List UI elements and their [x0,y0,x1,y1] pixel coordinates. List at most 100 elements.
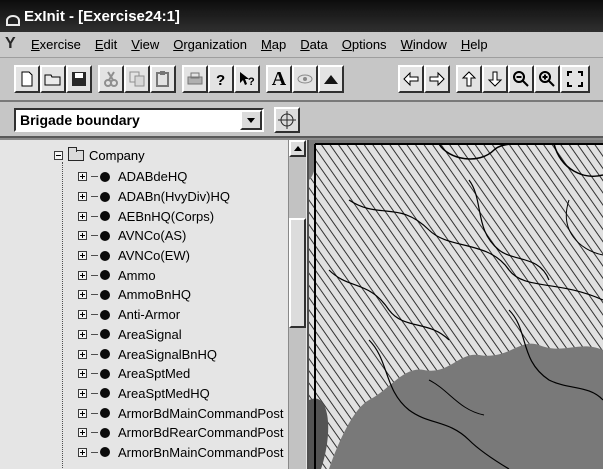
unit-tree-panel: Company ADABdeHQ ADABn(HvyDiv)HQ AEBnHQ(… [0,140,309,469]
tree-item[interactable]: ADABn(HvyDiv)HQ [78,187,283,207]
menu-window[interactable]: Window [394,37,454,52]
tree-item-label: ADABdeHQ [118,169,188,185]
expand-icon[interactable] [78,172,87,182]
copy-icon [129,71,145,87]
unit-dot-icon [100,388,110,399]
new-file-button[interactable] [14,65,40,93]
expand-icon[interactable] [78,447,87,457]
tree-item-label: AVNCo(EW) [118,248,190,264]
unit-dot-icon [100,349,110,360]
unit-dot-icon [100,309,110,320]
help-button[interactable]: ? [208,65,234,93]
pan-left-button[interactable] [398,65,424,93]
fill-tool-button[interactable] [318,65,344,93]
tree-item[interactable]: ArmorBdMainCommandPost [78,403,283,423]
open-folder-icon [44,74,61,86]
tree-item[interactable]: AreaSptMed [78,364,283,384]
tree-item[interactable]: AreaSignalBnHQ [78,344,283,364]
scroll-thumb[interactable] [289,218,306,328]
menu-map[interactable]: Map [254,37,293,52]
text-tool-button[interactable]: A [266,65,292,93]
menu-help[interactable]: Help [454,37,495,52]
tree-item[interactable]: AVNCo(AS) [78,226,283,246]
save-button[interactable] [66,65,92,93]
eye-icon [297,74,313,84]
expand-icon[interactable] [78,349,87,359]
expand-icon[interactable] [78,329,87,339]
expand-icon[interactable] [78,192,87,202]
fit-extent-button[interactable] [560,65,590,93]
menu-edit[interactable]: Edit [88,37,124,52]
tree-item[interactable]: AEBnHQ(Corps) [78,206,283,226]
expand-icon[interactable] [78,270,87,280]
print-button[interactable] [182,65,208,93]
tree-item[interactable]: ArmorBdRearCommandPost [78,423,283,443]
expand-icon[interactable] [78,251,87,261]
paste-button[interactable] [150,65,176,93]
tree-connector [62,162,63,469]
tree-item[interactable]: AVNCo(EW) [78,246,283,266]
map-view[interactable] [309,140,603,469]
tree-scrollbar[interactable] [288,140,306,469]
expand-icon[interactable] [78,310,87,320]
menu-view[interactable]: View [124,37,166,52]
chevron-down-icon[interactable] [240,110,262,130]
expand-icon[interactable] [78,428,87,438]
tree-root-company[interactable]: Company [54,147,145,163]
tree-item[interactable]: AreaSignal [78,325,283,345]
tree-item[interactable]: ArmorBnMainCommandPost [78,443,283,463]
copy-button[interactable] [124,65,150,93]
tree-item-label: Anti-Armor [118,307,181,323]
cut-button[interactable] [98,65,124,93]
pan-down-button[interactable] [482,65,508,93]
unit-dot-icon [100,329,110,340]
expand-icon[interactable] [78,388,87,398]
context-help-button[interactable]: ? [234,65,260,93]
context-help-icon: ? [240,72,255,88]
expand-icon[interactable] [78,231,87,241]
unit-dot-icon [100,408,110,419]
pan-up-button[interactable] [456,65,482,93]
menu-exercise[interactable]: Exercise [24,37,88,52]
system-menu-icon[interactable] [4,35,20,53]
tree-list: ADABdeHQ ADABn(HvyDiv)HQ AEBnHQ(Corps) A… [78,167,283,462]
tree-item[interactable]: AreaSptMedHQ [78,384,283,404]
zoom-in-button[interactable] [534,65,560,93]
tree-item-label: ADABn(HvyDiv)HQ [118,189,230,205]
pan-right-button[interactable] [424,65,450,93]
menu-options[interactable]: Options [335,37,394,52]
tree-item-label: Ammo [118,267,156,283]
eye-tool-button[interactable] [292,65,318,93]
crosshair-icon [278,111,296,129]
layer-select[interactable]: Brigade boundary [14,108,264,132]
cut-icon [104,71,118,87]
open-button[interactable] [40,65,66,93]
tree-item-label: AEBnHQ(Corps) [118,208,215,224]
tree-item-label: ArmorBnMainCommandPost [118,444,284,460]
expand-icon[interactable] [78,290,87,300]
unit-dot-icon [100,250,110,261]
up-arrow-icon [461,71,477,87]
expand-icon[interactable] [78,408,87,418]
tree-item-label: ArmorBdRearCommandPost [118,425,284,441]
tree-item-label: AVNCo(AS) [118,228,187,244]
terrain-map [309,140,603,469]
tree-item[interactable]: Anti-Armor [78,305,283,325]
unit-dot-icon [100,230,110,241]
expand-icon[interactable] [78,369,87,379]
unit-dot-icon [100,270,110,281]
tree-item[interactable]: ADABdeHQ [78,167,283,187]
tree-item[interactable]: AmmoBnHQ [78,285,283,305]
target-button[interactable] [274,107,300,133]
tree-item[interactable]: Ammo [78,265,283,285]
zoom-out-button[interactable] [508,65,534,93]
menu-data[interactable]: Data [293,37,334,52]
unit-dot-icon [100,171,110,182]
expand-icon[interactable] [78,211,87,221]
unit-dot-icon [100,191,110,202]
scroll-up-icon[interactable] [289,140,306,157]
paste-icon [156,71,169,87]
collapse-icon[interactable] [54,151,63,160]
svg-text:?: ? [216,72,225,88]
menu-organization[interactable]: Organization [166,37,254,52]
